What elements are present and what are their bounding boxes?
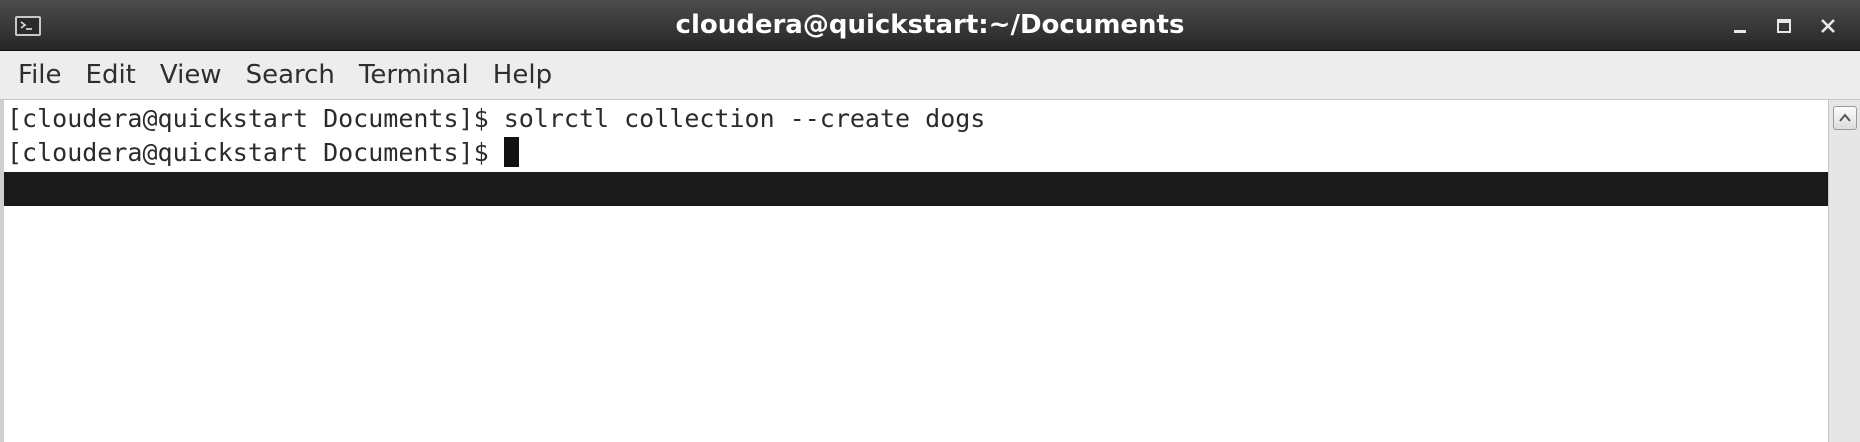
close-icon bbox=[1821, 18, 1835, 33]
menu-edit[interactable]: Edit bbox=[74, 51, 148, 100]
minimize-icon bbox=[1734, 29, 1746, 33]
terminal-output[interactable]: [cloudera@quickstart Documents]$ solrctl… bbox=[0, 100, 1828, 442]
prompt-text: [cloudera@quickstart Documents]$ bbox=[7, 138, 504, 167]
menu-search[interactable]: Search bbox=[234, 51, 347, 100]
text-cursor bbox=[503, 137, 519, 167]
menu-terminal[interactable]: Terminal bbox=[347, 51, 481, 100]
maximize-icon bbox=[1777, 18, 1791, 33]
window-controls bbox=[1718, 0, 1850, 51]
command-text: solrctl collection --create dogs bbox=[503, 104, 986, 133]
terminal-line: [cloudera@quickstart Documents]$ solrctl… bbox=[7, 102, 985, 136]
menu-help[interactable]: Help bbox=[481, 51, 564, 100]
maximize-button[interactable] bbox=[1762, 0, 1806, 51]
menu-bar: File Edit View Search Terminal Help bbox=[0, 51, 1860, 100]
terminal-window: cloudera@quickstart:~/Documents File Edi… bbox=[0, 0, 1860, 442]
window-title: cloudera@quickstart:~/Documents bbox=[675, 10, 1185, 40]
menu-file[interactable]: File bbox=[6, 51, 74, 100]
highlighted-line bbox=[4, 172, 1828, 206]
scroll-up-button[interactable] bbox=[1833, 106, 1857, 130]
close-button[interactable] bbox=[1806, 0, 1850, 51]
terminal-line: [cloudera@quickstart Documents]$ bbox=[7, 136, 519, 170]
arrow-up-icon bbox=[1839, 113, 1851, 122]
title-bar[interactable]: cloudera@quickstart:~/Documents bbox=[0, 0, 1860, 51]
minimize-button[interactable] bbox=[1718, 0, 1762, 51]
prompt-text: [cloudera@quickstart Documents]$ bbox=[7, 104, 504, 133]
menu-view[interactable]: View bbox=[148, 51, 234, 100]
vertical-scrollbar[interactable] bbox=[1828, 100, 1860, 442]
